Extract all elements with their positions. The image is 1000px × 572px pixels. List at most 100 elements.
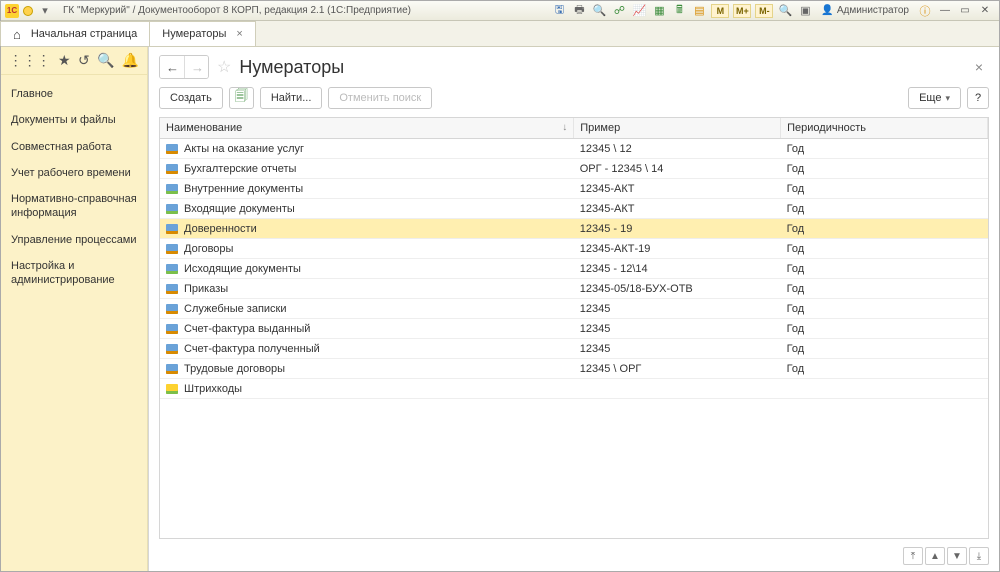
nav-forward-button[interactable]: → <box>184 56 208 78</box>
dropdown-icon[interactable]: ▾ <box>37 3 53 19</box>
col-name-label: Наименование <box>166 122 242 134</box>
table-row[interactable]: Штрихкоды <box>160 379 988 399</box>
table: Наименование ↓ Пример Периодичность Акты… <box>159 117 989 539</box>
table-row[interactable]: Исходящие документы12345 - 12\14Год <box>160 259 988 279</box>
nav-back-button[interactable]: ← <box>160 56 184 78</box>
create-button[interactable]: Создать <box>159 87 223 109</box>
cell-period: Год <box>781 279 988 299</box>
status-dot-icon <box>23 6 33 16</box>
cell-name: Трудовые договоры <box>160 359 574 379</box>
table-row[interactable]: Трудовые договоры12345 \ ОРГГод <box>160 359 988 379</box>
row-type-icon <box>166 264 178 274</box>
sidebar-item-0[interactable]: Главное <box>1 81 147 107</box>
sidebar: ⋮⋮⋮ ★ ↺ 🔍 🔔 ГлавноеДокументы и файлыСовм… <box>1 47 148 571</box>
row-type-icon <box>166 204 178 214</box>
zoom-icon[interactable]: 🔍 <box>777 3 793 19</box>
help-button[interactable]: ? <box>967 87 989 109</box>
page-title: Нумераторы <box>239 57 344 78</box>
history-icon[interactable]: ↺ <box>78 52 90 69</box>
cell-example <box>574 379 781 399</box>
cell-period <box>781 379 988 399</box>
tab-numerators[interactable]: Нумераторы × <box>149 21 256 46</box>
apps-icon[interactable]: ⋮⋮⋮ <box>9 52 51 69</box>
cell-example: 12345-АКТ <box>574 199 781 219</box>
col-example[interactable]: Пример <box>574 118 781 139</box>
col-name[interactable]: Наименование ↓ <box>160 118 574 139</box>
sort-asc-icon: ↓ <box>562 122 567 133</box>
favorite-star-icon[interactable]: ☆ <box>217 57 231 77</box>
info-icon[interactable]: ⓘ <box>917 3 933 19</box>
more-button[interactable]: Еще <box>908 87 961 109</box>
table-row[interactable]: Приказы12345-05/18-БУХ-ОТВГод <box>160 279 988 299</box>
calendar-icon[interactable]: ▦ <box>651 3 667 19</box>
cell-name: Штрихкоды <box>160 379 574 399</box>
cell-period: Год <box>781 179 988 199</box>
star-icon[interactable]: ★ <box>58 52 71 69</box>
sidebar-item-2[interactable]: Совместная работа <box>1 134 147 160</box>
table-row[interactable]: Договоры12345-АКТ-19Год <box>160 239 988 259</box>
cell-example: 12345 <box>574 339 781 359</box>
content-close-icon[interactable]: × <box>969 59 989 75</box>
cell-example: 12345 <box>574 299 781 319</box>
window-close-button[interactable]: ✕ <box>977 4 993 18</box>
tab-close-icon[interactable]: × <box>236 28 242 40</box>
col-period[interactable]: Периодичность <box>781 118 988 139</box>
row-type-icon <box>166 184 178 194</box>
print-icon[interactable]: 🖶 <box>571 3 587 19</box>
row-type-icon <box>166 164 178 174</box>
row-type-icon <box>166 344 178 354</box>
chart-icon[interactable]: 📈 <box>631 3 647 19</box>
cell-period: Год <box>781 199 988 219</box>
cell-period: Год <box>781 159 988 179</box>
table-row[interactable]: Счет-фактура выданный12345Год <box>160 319 988 339</box>
table-row[interactable]: Доверенности12345 - 19Год <box>160 219 988 239</box>
cell-example: 12345-АКТ <box>574 179 781 199</box>
cell-name: Акты на оказание услуг <box>160 139 574 159</box>
copy-button[interactable]: 🗐 <box>229 87 254 109</box>
m-minus-button[interactable]: M- <box>755 4 773 18</box>
cell-period: Год <box>781 339 988 359</box>
cancel-search-button[interactable]: Отменить поиск <box>328 87 432 109</box>
tab-home[interactable]: Начальная страница <box>0 21 150 46</box>
table-row[interactable]: Входящие документы12345-АКТГод <box>160 199 988 219</box>
calculator-icon[interactable]: 🖩 <box>671 3 687 19</box>
panel-icon[interactable]: ▣ <box>797 3 813 19</box>
search-icon[interactable]: 🔍 <box>97 52 114 69</box>
sidebar-item-4[interactable]: Нормативно-справочная информация <box>1 186 147 227</box>
scroll-up-button[interactable]: ▲ <box>925 547 945 565</box>
m-button[interactable]: M <box>711 4 729 18</box>
cell-name: Договоры <box>160 239 574 259</box>
window-minimize-button[interactable]: — <box>937 4 953 18</box>
sidebar-item-1[interactable]: Документы и файлы <box>1 107 147 133</box>
cell-example: 12345 - 19 <box>574 219 781 239</box>
tab-numerators-label: Нумераторы <box>162 28 226 40</box>
scroll-bottom-button[interactable]: ⤓ <box>969 547 989 565</box>
find-button[interactable]: Найти... <box>260 87 323 109</box>
row-type-icon <box>166 364 178 374</box>
current-user[interactable]: 👤 Администратор <box>821 5 909 16</box>
sidebar-item-3[interactable]: Учет рабочего времени <box>1 160 147 186</box>
table-row[interactable]: Служебные записки12345Год <box>160 299 988 319</box>
cell-name: Приказы <box>160 279 574 299</box>
cell-example: 12345-АКТ-19 <box>574 239 781 259</box>
sidebar-item-6[interactable]: Настройка и администрирование <box>1 253 147 294</box>
cell-example: 12345 \ ОРГ <box>574 359 781 379</box>
cell-example: 12345 - 12\14 <box>574 259 781 279</box>
m-plus-button[interactable]: M+ <box>733 4 751 18</box>
cell-name: Бухгалтерские отчеты <box>160 159 574 179</box>
table-row[interactable]: Внутренние документы12345-АКТГод <box>160 179 988 199</box>
table-row[interactable]: Счет-фактура полученный12345Год <box>160 339 988 359</box>
bell-icon[interactable]: 🔔 <box>122 52 139 69</box>
sheet-icon[interactable]: ▤ <box>691 3 707 19</box>
table-row[interactable]: Бухгалтерские отчетыОРГ - 12345 \ 14Год <box>160 159 988 179</box>
table-row[interactable]: Акты на оказание услуг12345 \ 12Год <box>160 139 988 159</box>
cell-period: Год <box>781 239 988 259</box>
scroll-down-button[interactable]: ▼ <box>947 547 967 565</box>
refresh-icon[interactable]: ☍ <box>611 3 627 19</box>
preview-icon[interactable]: 🔍 <box>591 3 607 19</box>
save-icon[interactable]: 🖫 <box>551 3 567 19</box>
user-icon: 👤 <box>821 5 833 16</box>
sidebar-item-5[interactable]: Управление процессами <box>1 227 147 253</box>
window-restore-button[interactable]: ▭ <box>957 4 973 18</box>
scroll-top-button[interactable]: ⤒ <box>903 547 923 565</box>
